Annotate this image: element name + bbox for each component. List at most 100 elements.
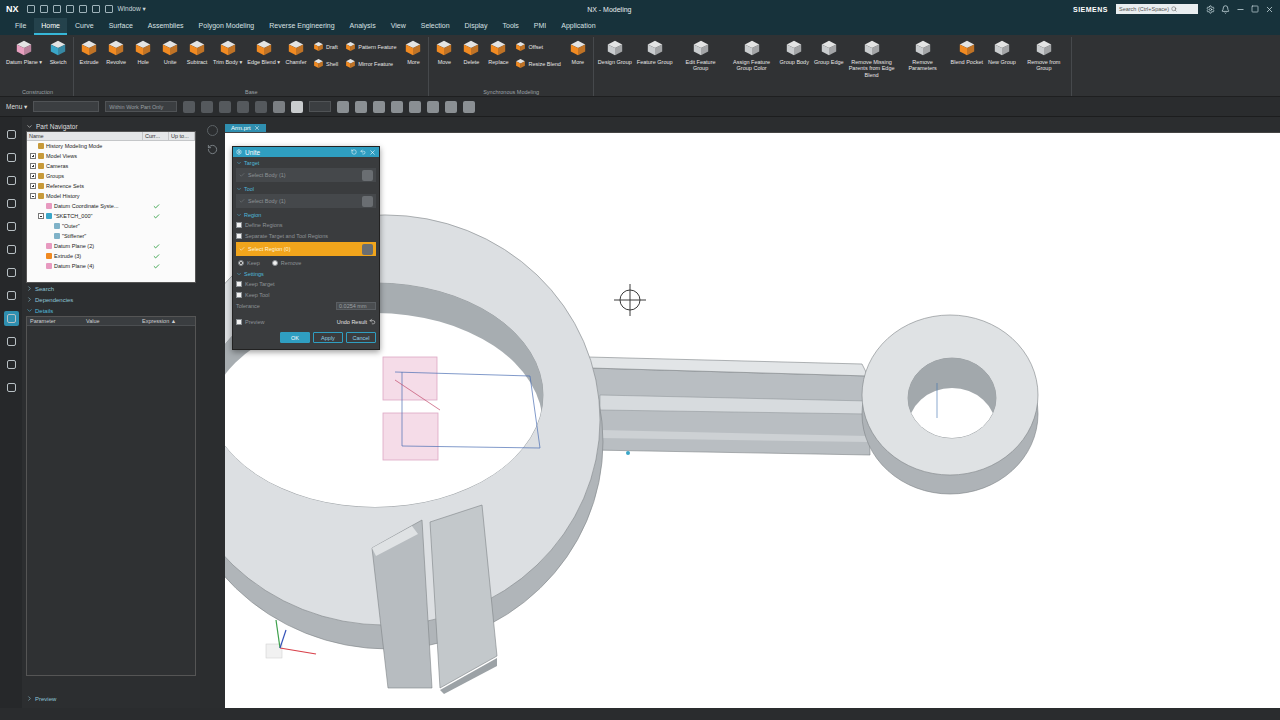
ribbon-button[interactable]: Remove Parameters [898,37,948,74]
select-body-icon[interactable] [362,170,373,181]
ribbon-small-button[interactable]: Resize Blend [515,58,560,69]
maximize-icon[interactable] [1251,5,1259,13]
ribbon-button[interactable]: Remove from Group [1019,37,1069,74]
section-header[interactable]: Tool [236,186,376,192]
model-viewport[interactable] [225,133,1280,708]
tree-row[interactable]: History Modeling Mode [27,141,195,151]
resource-bar-item[interactable] [4,219,19,234]
selection-row[interactable]: Select Body (1) [236,168,376,182]
ribbon-tab[interactable]: Display [458,18,495,35]
quick-access-icon[interactable] [40,5,48,13]
tree-row[interactable]: Cameras [27,161,195,171]
ribbon-button[interactable]: Subtract [184,37,210,67]
refresh-icon[interactable] [207,144,218,155]
radio-button[interactable] [272,260,278,266]
section-header[interactable]: Target [236,160,376,166]
resource-bar-item[interactable] [4,127,19,142]
ribbon-button[interactable]: Replace [485,37,511,67]
ribbon-button[interactable]: Blend Pocket [949,37,985,67]
dialog-button[interactable]: OK [280,332,310,343]
resource-bar-item[interactable] [4,380,19,395]
collapse-icon[interactable] [26,123,33,130]
quick-access-icon[interactable] [27,5,35,13]
quick-access-icon[interactable] [105,5,113,13]
resource-bar-item[interactable] [4,265,19,280]
ribbon-small-button[interactable]: Pattern Feature [345,41,396,52]
ribbon-button[interactable]: Delete [458,37,484,67]
snap-tool-icon[interactable] [463,101,475,113]
tree-row[interactable]: Extrude (3) [27,251,195,261]
quick-access-icon[interactable] [66,5,74,13]
selection-tool-icon[interactable] [255,101,267,113]
snap-tool-icon[interactable] [427,101,439,113]
column-header[interactable]: Curr... [143,132,169,140]
document-tab[interactable]: Arm.prt [225,124,266,132]
ribbon-tab[interactable]: Home [34,18,67,35]
sketch-plane[interactable] [383,357,540,460]
ribbon-tab[interactable]: Surface [102,18,140,35]
navigator-section[interactable]: Details [26,305,196,316]
ribbon-button[interactable]: New Group [986,37,1018,67]
expand-toggle-icon[interactable] [30,173,36,179]
section-header[interactable]: Settings [236,271,376,277]
checkbox-row[interactable]: Keep Tool [236,290,376,299]
resource-bar-item[interactable] [4,311,19,326]
view-icon[interactable] [207,125,218,136]
ribbon-button[interactable]: More [565,37,591,67]
ribbon-tab[interactable]: Polygon Modeling [192,18,262,35]
resource-bar-item[interactable] [4,357,19,372]
select-body-icon[interactable] [362,244,373,255]
ribbon-tab[interactable]: Selection [414,18,457,35]
scope-filter[interactable]: Within Work Part Only [105,101,177,112]
snap-tool-icon[interactable] [391,101,403,113]
column-header[interactable]: Value [83,317,139,325]
tolerance-input[interactable]: 0.0254 mm [336,302,376,310]
ribbon-button[interactable]: Edge Blend ▾ [245,37,282,67]
resource-bar-item[interactable] [4,334,19,349]
selection-tool-icon[interactable] [183,101,195,113]
selection-tool-icon[interactable] [237,101,249,113]
checkbox-row[interactable]: Separate Target and Tool Regions [236,231,376,240]
ribbon-tab[interactable]: Tools [495,18,525,35]
snap-tool-icon[interactable] [373,101,385,113]
expand-toggle-icon[interactable] [30,153,36,159]
expand-toggle-icon[interactable] [30,193,36,199]
settings-icon[interactable] [1206,5,1215,14]
selection-tool-icon[interactable] [219,101,231,113]
help-icon[interactable] [360,149,366,155]
navigator-section[interactable]: Search [26,283,196,294]
ribbon-button[interactable]: Feature Group [635,37,675,67]
navigator-section[interactable]: Dependencies [26,294,196,305]
ribbon-button[interactable]: Datum Plane ▾ [4,37,44,67]
checkbox-row[interactable]: Define Regions [236,220,376,229]
minimize-icon[interactable] [1236,5,1245,14]
quick-access-icon[interactable] [53,5,61,13]
selection-row[interactable]: Select Body (1) [236,194,376,208]
ribbon-button[interactable]: Unite [157,37,183,67]
tree-row[interactable]: Groups [27,171,195,181]
expand-toggle-icon[interactable] [30,163,36,169]
resource-bar-item[interactable] [4,196,19,211]
ribbon-button[interactable]: Hole [130,37,156,67]
tree-row[interactable]: Model Views [27,151,195,161]
radio-option[interactable]: Remove [272,258,301,267]
checkbox[interactable] [236,222,242,228]
tree-row[interactable]: "SKETCH_000" [27,211,195,221]
tree-row[interactable]: "Stiffener" [27,231,195,241]
checkbox[interactable] [236,319,242,325]
ribbon-tab[interactable]: File [8,18,33,35]
type-filter[interactable] [33,101,99,112]
command-search[interactable]: Search (Ctrl+Space) [1116,4,1198,14]
ribbon-tab[interactable]: Analysis [343,18,383,35]
preview-checkbox[interactable]: Preview [236,317,265,326]
column-header[interactable]: Expression ▲ [139,317,195,325]
menu-button[interactable]: Menu ▾ [6,103,27,111]
selection-tool-icon[interactable] [201,101,213,113]
tree-row[interactable]: Datum Coordinate Syste... [27,201,195,211]
radio-button[interactable] [238,260,244,266]
radio-option[interactable]: Keep [238,258,260,267]
expand-toggle-icon[interactable] [38,213,44,219]
tree-row[interactable]: Datum Plane (2) [27,241,195,251]
ribbon-button[interactable]: More [400,37,426,67]
selection-row[interactable]: Select Region (0) [236,242,376,256]
